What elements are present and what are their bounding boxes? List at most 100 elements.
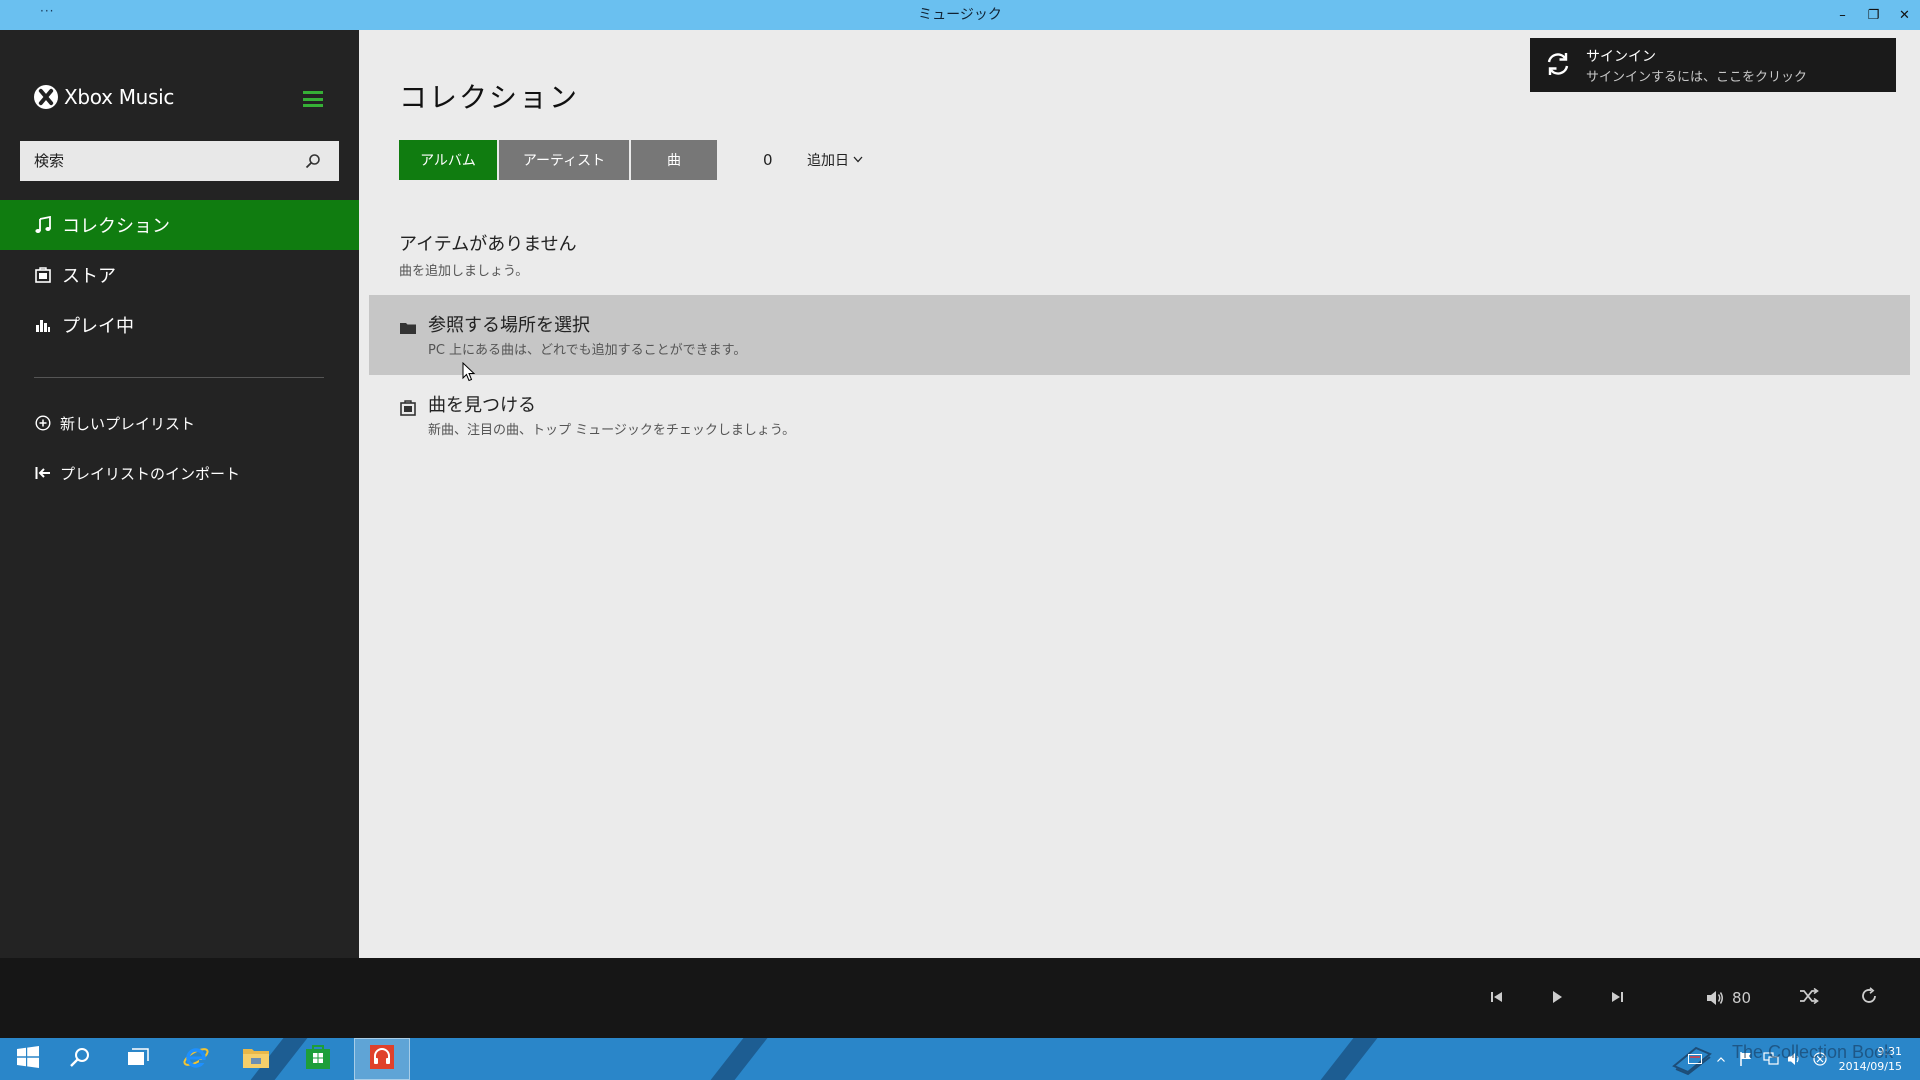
plus-circle-icon xyxy=(34,414,52,432)
sort-label: 追加日 xyxy=(807,153,849,169)
sidebar-item-label: ストア xyxy=(62,266,116,287)
collection-tabs: アルバム アーティスト 曲 xyxy=(399,140,719,180)
new-playlist-button[interactable]: 新しいプレイリスト xyxy=(0,398,359,448)
hamburger-line xyxy=(303,91,323,94)
brand: Xbox Music xyxy=(34,85,174,109)
tab-artists[interactable]: アーティスト xyxy=(499,140,629,180)
signin-toast[interactable]: サインイン サインインするには、ここをクリック xyxy=(1530,38,1896,92)
system-clock[interactable]: 9:31 2014/09/15 xyxy=(1839,1044,1902,1074)
equalizer-icon xyxy=(34,316,52,334)
store-icon xyxy=(399,399,417,417)
main-content: コレクション アルバム アーティスト 曲 0 追加日 アイテムがありません 曲を… xyxy=(359,30,1920,958)
new-playlist-label: 新しいプレイリスト xyxy=(60,414,196,433)
windows-logo-icon xyxy=(16,1045,40,1073)
option-description: 新曲、注目の曲、トップ ミュージックをチェックしましょう。 xyxy=(428,423,796,438)
speaker-icon xyxy=(1706,990,1724,1006)
taskbar: 9:31 2014/09/15 The Collection Book xyxy=(0,1038,1920,1080)
start-button[interactable] xyxy=(0,1038,56,1080)
sidebar-nav: コレクション ストア プレイ中 xyxy=(0,200,359,350)
notification-icon[interactable] xyxy=(1680,1038,1710,1080)
sidebar: Xbox Music コレクション ストア プレイ中 xyxy=(0,30,359,958)
window-controls: – ❐ ✕ xyxy=(1827,0,1920,30)
action-center-flag-icon[interactable] xyxy=(1734,1038,1758,1080)
playlist-actions: 新しいプレイリスト プレイリストのインポート xyxy=(0,398,359,498)
player-bar: 80 xyxy=(0,958,1920,1038)
empty-state: アイテムがありません 曲を追加しましょう。 xyxy=(399,230,577,279)
option-title: 参照する場所を選択 xyxy=(428,315,590,336)
music-note-icon xyxy=(34,216,52,234)
mouse-cursor-icon xyxy=(462,362,476,382)
folder-icon xyxy=(399,319,417,337)
music-app-button[interactable] xyxy=(354,1038,410,1080)
import-icon xyxy=(34,464,52,482)
minimize-button[interactable]: – xyxy=(1827,0,1858,30)
title-bar: ··· ミュージック – ❐ ✕ xyxy=(0,0,1920,30)
xbox-logo-icon xyxy=(34,85,58,109)
volume-value: 80 xyxy=(1732,989,1752,1007)
page-title: コレクション xyxy=(399,81,580,114)
window-title: ミュージック xyxy=(918,7,1002,23)
previous-icon xyxy=(1490,989,1504,1008)
signin-title: サインイン xyxy=(1586,49,1656,65)
file-explorer-icon xyxy=(242,1045,270,1073)
import-playlist-button[interactable]: プレイリストのインポート xyxy=(0,448,359,498)
close-button[interactable]: ✕ xyxy=(1889,0,1920,30)
sort-dropdown[interactable]: 追加日 xyxy=(807,140,863,180)
search-box xyxy=(20,141,339,181)
play-button[interactable] xyxy=(1537,978,1577,1018)
previous-button[interactable] xyxy=(1477,978,1517,1018)
shuffle-icon xyxy=(1799,987,1819,1008)
signin-subtitle: サインインするには、ここをクリック xyxy=(1586,70,1808,85)
speaker-icon[interactable] xyxy=(1783,1038,1807,1080)
search-input[interactable] xyxy=(20,141,295,181)
headphones-icon xyxy=(368,1043,396,1075)
task-view-icon xyxy=(127,1048,149,1070)
repeat-button[interactable] xyxy=(1849,978,1889,1018)
sidebar-divider xyxy=(34,377,324,378)
file-explorer-button[interactable] xyxy=(228,1038,284,1080)
tab-songs[interactable]: 曲 xyxy=(631,140,717,180)
option-title: 曲を見つける xyxy=(428,395,536,416)
sync-icon xyxy=(1544,50,1572,78)
shuffle-button[interactable] xyxy=(1789,978,1829,1018)
sidebar-item-collection[interactable]: コレクション xyxy=(0,200,359,250)
sidebar-item-label: コレクション xyxy=(62,216,170,237)
show-hidden-icons-icon[interactable] xyxy=(1712,1038,1730,1080)
hamburger-menu-button[interactable] xyxy=(303,91,323,107)
empty-title: アイテムがありません xyxy=(399,234,577,255)
next-button[interactable] xyxy=(1597,978,1637,1018)
clock-time: 9:31 xyxy=(1877,1045,1902,1058)
wallpaper-stripe xyxy=(688,1038,776,1080)
volume-control[interactable]: 80 xyxy=(1706,978,1751,1018)
search-icon xyxy=(69,1046,91,1072)
search-icon[interactable] xyxy=(295,141,331,181)
maximize-button[interactable]: ❐ xyxy=(1858,0,1889,30)
network-icon[interactable] xyxy=(1759,1038,1783,1080)
internet-explorer-button[interactable] xyxy=(168,1038,224,1080)
internet-explorer-icon xyxy=(182,1043,210,1075)
find-music-option[interactable]: 曲を見つける 新曲、注目の曲、トップ ミュージックをチェックしましょう。 xyxy=(369,375,1910,455)
clock-date: 2014/09/15 xyxy=(1838,1060,1902,1073)
repeat-icon xyxy=(1860,987,1878,1009)
brand-name: Xbox Music xyxy=(64,85,175,109)
hamburger-line xyxy=(303,104,323,107)
taskbar-search-button[interactable] xyxy=(52,1038,108,1080)
item-count: 0 xyxy=(763,151,773,169)
chevron-down-icon xyxy=(853,155,863,166)
store-icon xyxy=(305,1044,331,1074)
wallpaper-stripe xyxy=(1298,1038,1386,1080)
hamburger-line xyxy=(303,97,323,101)
option-description: PC 上にある曲は、どれでも追加することができます。 xyxy=(428,343,747,358)
sidebar-item-store[interactable]: ストア xyxy=(0,250,359,300)
sidebar-item-now-playing[interactable]: プレイ中 xyxy=(0,300,359,350)
task-view-button[interactable] xyxy=(110,1038,166,1080)
choose-location-option[interactable]: 参照する場所を選択 PC 上にある曲は、どれでも追加することができます。 xyxy=(369,295,1910,375)
store-button[interactable] xyxy=(290,1038,346,1080)
store-icon xyxy=(34,266,52,284)
empty-subtitle: 曲を追加しましょう。 xyxy=(399,264,529,279)
language-icon[interactable] xyxy=(1808,1038,1832,1080)
sidebar-item-label: プレイ中 xyxy=(62,316,134,337)
play-icon xyxy=(1550,989,1564,1008)
import-playlist-label: プレイリストのインポート xyxy=(60,464,241,483)
tab-albums[interactable]: アルバム xyxy=(399,140,497,180)
